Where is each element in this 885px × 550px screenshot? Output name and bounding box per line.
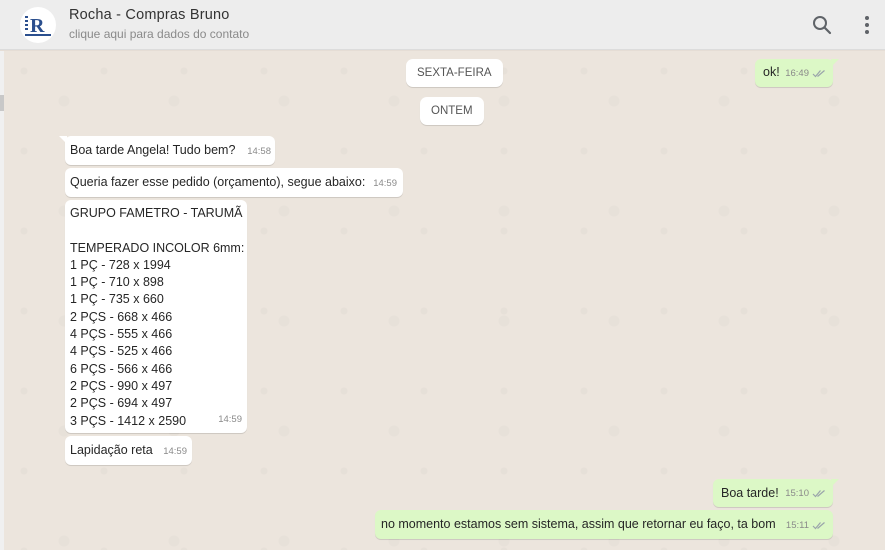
double-check-icon (812, 521, 826, 530)
avatar[interactable]: R (20, 7, 56, 43)
date-separator: SEXTA-FEIRA (406, 59, 503, 87)
message-bubble-in[interactable]: Queria fazer esse pedido (orçamento), se… (65, 168, 403, 197)
date-separator: ONTEM (420, 97, 484, 125)
message-bubble-out[interactable]: no momento estamos sem sistema, assim qu… (375, 510, 833, 539)
chat-header[interactable]: R Rocha - Compras Bruno clique aqui para… (0, 0, 885, 50)
search-icon[interactable] (810, 13, 834, 37)
double-check-icon (812, 69, 826, 78)
message-bubble-in[interactable]: Lapidação reta 14:59 (65, 436, 192, 465)
contact-name: Rocha - Compras Bruno (69, 7, 230, 23)
company-logo-icon: R (25, 15, 51, 37)
message-bubble-in[interactable]: Boa tarde Angela! Tudo bem? 14:58 (59, 136, 275, 165)
message-bubble-out[interactable]: Boa tarde! 15:10 (713, 479, 839, 507)
svg-text:R: R (30, 15, 45, 37)
message-bubble-out[interactable]: ok! 16:49 (755, 59, 839, 87)
message-bubble-in[interactable]: GRUPO FAMETRO - TARUMÃ TEMPERADO INCOLOR… (65, 200, 247, 433)
menu-dots-icon[interactable] (855, 13, 879, 37)
chat-area[interactable]: SEXTA-FEIRA ONTEM ok! 16:49 Boa tarde An… (4, 51, 885, 550)
contact-subtitle: clique aqui para dados do contato (69, 27, 250, 41)
contact-info[interactable]: Rocha - Compras Bruno clique aqui para d… (69, 7, 249, 41)
double-check-icon (812, 489, 826, 498)
